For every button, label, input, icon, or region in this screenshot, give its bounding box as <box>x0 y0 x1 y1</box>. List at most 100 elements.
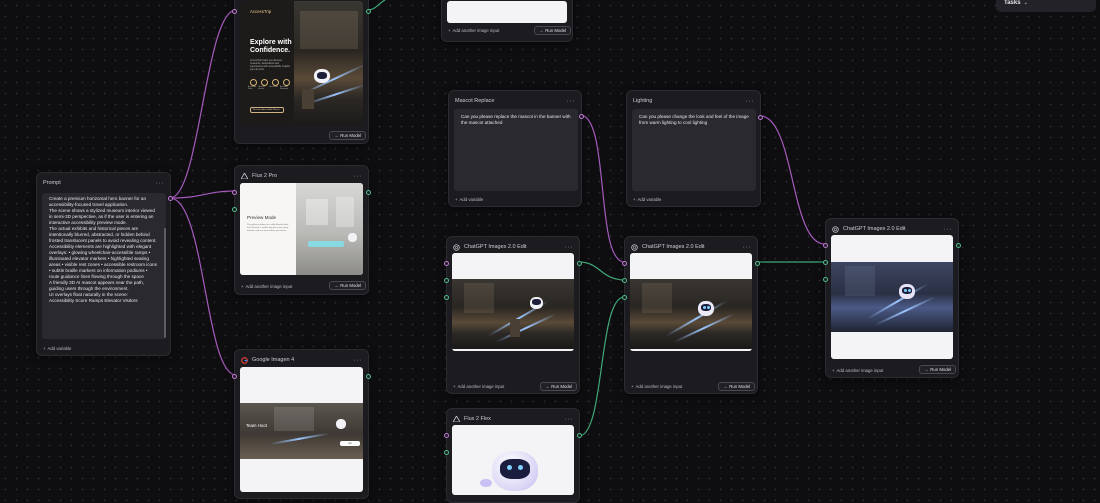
run-model-button[interactable]: → Run Model <box>540 382 578 391</box>
node-title: ChatGPT Images 2.0 Edit <box>843 226 906 232</box>
feature-label-1: Elevator Access <box>258 86 265 90</box>
wire-gpt1-to-gpt2 <box>578 261 625 281</box>
input-port[interactable] <box>232 190 237 195</box>
node-flux-2-flex[interactable]: Flux 2 Flex ··· <box>444 408 582 503</box>
run-model-button[interactable]: → Run Model <box>329 131 367 140</box>
imagen-overlay-title: Team Hoot <box>246 423 267 428</box>
node-chatgpt-edit-1[interactable]: ChatGPT Images 2.0 Edit ··· + Add another… <box>444 236 582 394</box>
mascot-figure <box>530 297 543 309</box>
lighting-text[interactable]: Can you please change the look and feel … <box>632 109 756 191</box>
banner-image: AccessTrip Explore with Confidence. Acce… <box>240 1 363 126</box>
input-port[interactable] <box>444 261 449 266</box>
input-port-image[interactable] <box>444 278 449 283</box>
output-port[interactable] <box>366 190 371 195</box>
input-port[interactable] <box>232 9 237 14</box>
tasks-label: Tasks <box>1004 0 1021 6</box>
node-menu-button[interactable]: ··· <box>565 244 574 251</box>
tasks-dropdown[interactable]: Tasks ⌄ <box>996 0 1096 12</box>
arrow-right-icon: → <box>723 384 728 389</box>
input-port-image-2[interactable] <box>622 295 627 300</box>
node-prompt[interactable]: Prompt ··· Create a premium horizontal h… <box>36 172 173 356</box>
node-title: Flux 2 Pro <box>252 173 278 179</box>
mascot-figure <box>336 419 346 429</box>
node-menu-button[interactable]: ··· <box>567 98 576 105</box>
add-image-input-link[interactable]: + Add another image input <box>453 384 504 389</box>
node-menu-button[interactable]: ··· <box>944 226 953 233</box>
arrow-right-icon: → <box>539 28 544 33</box>
preview-mode-title: Preview Mode <box>247 215 277 220</box>
node-menu-button[interactable]: ··· <box>156 180 165 187</box>
output-port[interactable] <box>579 114 584 119</box>
output-port[interactable] <box>366 374 371 379</box>
node-google-imagen-4[interactable]: Google Imagen 4 ··· Team Hoot Go <box>232 349 371 499</box>
add-variable-link[interactable]: + Add variable <box>43 346 71 351</box>
node-banner-output[interactable]: AccessTrip Explore with Confidence. Acce… <box>232 0 371 144</box>
flux-pro-output-image: Preview Mode The gallery exhibits are so… <box>240 183 363 275</box>
output-port[interactable] <box>366 9 371 14</box>
node-menu-button[interactable]: ··· <box>354 357 363 364</box>
mascot-figure <box>314 69 330 83</box>
input-port-image-2[interactable] <box>823 277 828 282</box>
google-logo-icon <box>241 356 248 364</box>
node-title: Mascot Replace <box>455 98 495 104</box>
node-menu-button[interactable]: ··· <box>354 173 363 180</box>
input-port[interactable] <box>444 433 449 438</box>
add-image-input-link[interactable]: + Add another image input <box>631 384 682 389</box>
node-chatgpt-edit-2[interactable]: ChatGPT Images 2.0 Edit ··· + Add another… <box>622 236 760 394</box>
run-model-button[interactable]: → Run Model <box>919 365 957 374</box>
run-model-button[interactable]: → Run Model <box>718 382 756 391</box>
add-variable-link[interactable]: + Add variable <box>633 197 661 202</box>
output-port[interactable] <box>758 115 763 120</box>
node-menu-button[interactable]: ··· <box>746 98 755 105</box>
arrow-right-icon: → <box>545 384 550 389</box>
node-menu-button[interactable]: ··· <box>565 416 574 423</box>
prompt-text[interactable]: Create a premium horizontal hero banner … <box>42 193 166 339</box>
input-port-image[interactable] <box>823 260 828 265</box>
run-model-button[interactable]: → Run Model <box>534 26 572 35</box>
wire-prompt-to-top <box>169 9 237 199</box>
node-lighting[interactable]: Lighting ··· Can you please change the l… <box>626 90 763 207</box>
gpt-edit-1-output-image <box>452 253 574 351</box>
banner-cta: Discover Accessible Places <box>250 107 284 113</box>
output-port[interactable] <box>577 433 582 438</box>
input-port-image[interactable] <box>444 450 449 455</box>
output-port[interactable] <box>755 261 760 266</box>
output-port[interactable] <box>577 261 582 266</box>
gpt-edit-3-output-image <box>831 235 953 359</box>
add-variable-link[interactable]: + Add variable <box>455 197 483 202</box>
add-image-input-link[interactable]: + Add another image input <box>448 28 499 33</box>
add-image-input-link[interactable]: + Add another image input <box>832 368 883 373</box>
input-port-image[interactable] <box>232 207 237 212</box>
node-chatgpt-edit-3[interactable]: ChatGPT Images 2.0 Edit ··· + Add another… <box>823 218 961 378</box>
output-port[interactable] <box>956 243 961 248</box>
scrollbar[interactable] <box>164 228 166 338</box>
gpt-edit-2-output-image <box>630 253 752 351</box>
plus-icon: + <box>455 197 458 202</box>
plus-icon: + <box>631 384 634 389</box>
node-title: ChatGPT Images 2.0 Edit <box>642 244 705 250</box>
wire-flex-to-gpt2 <box>578 296 625 437</box>
top-image-preview <box>447 1 567 23</box>
node-flux-2-pro[interactable]: Flux 2 Pro ··· Preview Mode The gallery … <box>232 165 371 295</box>
feature-rest-icon <box>272 79 279 86</box>
add-image-input-link[interactable]: + Add another image input <box>241 284 292 289</box>
arrow-right-icon: → <box>924 367 929 372</box>
node-mascot-replace[interactable]: Mascot Replace ··· Can you please replac… <box>448 90 584 207</box>
plus-icon: + <box>448 28 451 33</box>
input-port-image-2[interactable] <box>444 295 449 300</box>
input-port-image[interactable] <box>622 278 627 283</box>
run-model-button[interactable]: → Run Model <box>329 281 367 290</box>
node-menu-button[interactable]: ··· <box>743 244 752 251</box>
input-port[interactable] <box>823 243 828 248</box>
node-top-image[interactable]: + Add another image input → Run Model <box>441 0 573 42</box>
input-port[interactable] <box>622 261 627 266</box>
wire-prompt-to-imagen <box>169 197 237 376</box>
banner-body: AccessTrip helps you discover museums, d… <box>250 59 290 71</box>
banner-headline-1: Explore with <box>250 39 292 46</box>
wire-mascot-to-gpt2 <box>579 114 625 263</box>
input-port[interactable] <box>232 374 237 379</box>
output-port[interactable] <box>168 196 173 201</box>
mascot-replace-text[interactable]: Can you please replace the mascot in the… <box>454 109 578 191</box>
plus-icon: + <box>241 284 244 289</box>
wire-lighting-to-gpt3 <box>759 115 826 245</box>
